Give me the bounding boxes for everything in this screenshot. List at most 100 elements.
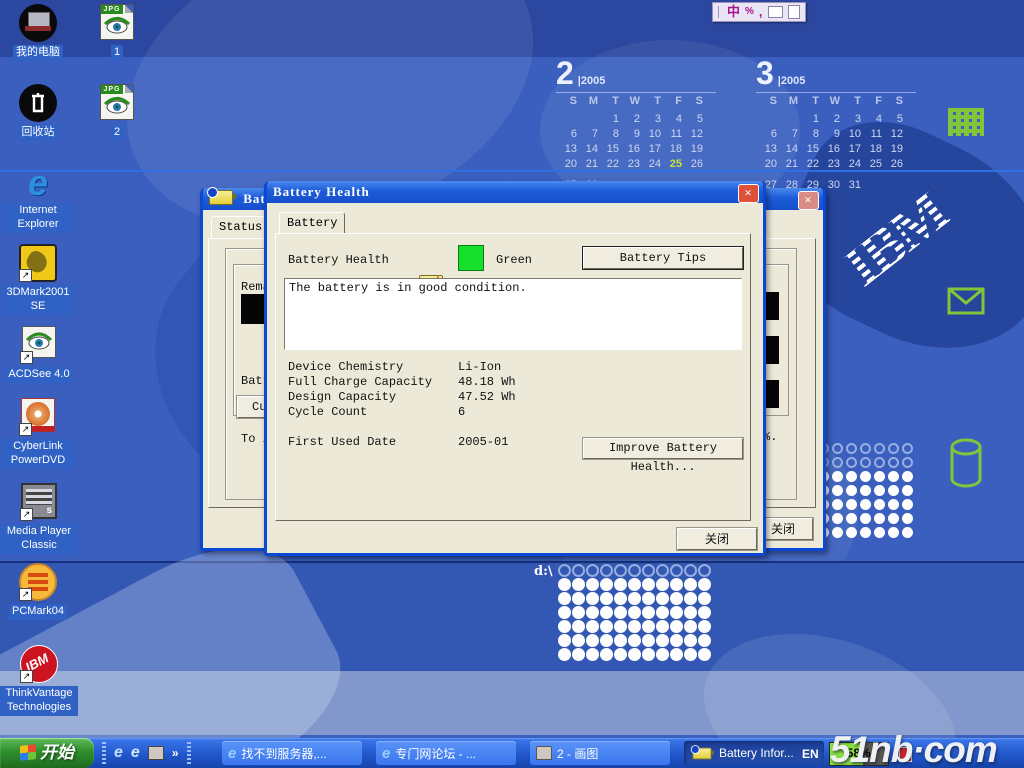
jpg-file-icon: JPG <box>100 84 134 122</box>
desktop-file-2[interactable]: JPG 2 <box>90 84 144 141</box>
battery-health-dialog: Battery Health × Battery Battery Health … <box>264 181 766 556</box>
calendar-day: 26 <box>682 158 703 173</box>
tab-battery[interactable]: Battery <box>279 212 345 234</box>
calendar-day: 12 <box>882 128 903 143</box>
calendar-day: 25 <box>861 158 882 173</box>
dialog-titlebar[interactable]: Battery Health × <box>267 181 763 203</box>
back-window-close-button[interactable]: × <box>798 191 819 210</box>
media-player-classic-icon: s ↗ <box>20 483 58 521</box>
calendar-day: 18 <box>661 143 682 158</box>
calendar-day: 20 <box>756 158 777 173</box>
windows-flag-icon <box>20 744 36 761</box>
calendar-day: 23 <box>819 158 840 173</box>
desktop-icon-my-computer[interactable]: 我的电脑 <box>2 4 74 61</box>
dialog-close-icon[interactable]: × <box>738 184 759 203</box>
quick-launch-mail-icon[interactable]: e <box>131 744 140 762</box>
calendar-day <box>777 107 798 122</box>
row-value-0: Li-Ion <box>458 360 501 374</box>
calendar-march: 3|2005SMTWTFS123456789101112131415161718… <box>756 56 916 194</box>
row-label-1: Full Charge Capacity <box>288 375 432 389</box>
calendar-day: 2 <box>819 113 840 128</box>
health-label: Battery Health <box>288 253 389 267</box>
calendar-day: 7 <box>777 128 798 143</box>
calendar-day <box>756 107 777 122</box>
calendar-day: 5 <box>682 113 703 128</box>
powerdvd-icon: ↗ <box>19 398 57 436</box>
quick-launch-handle[interactable] <box>102 742 106 764</box>
desktop-icon-thinkvantage[interactable]: IBM ↗ ThinkVantage Technologies <box>0 645 78 716</box>
dialog-close-button[interactable]: 关闭 <box>677 528 757 550</box>
ie-icon: e <box>382 745 390 762</box>
calendar-day: 4 <box>861 113 882 128</box>
desktop-icon-media-player-classic[interactable]: s ↗ Media Player Classic <box>0 483 78 554</box>
calendar-day: 10 <box>640 128 661 143</box>
quick-launch-ie-icon[interactable]: e <box>114 744 123 762</box>
calendar-day: 6 <box>556 128 577 143</box>
language-indicator[interactable]: EN <box>802 747 819 761</box>
drive-label: d:\ <box>534 564 553 579</box>
calendar-day: 24 <box>840 158 861 173</box>
calendar-day <box>577 107 598 122</box>
taskbar-task-0[interactable]: e找不到服务器,... <box>222 741 362 765</box>
ime-language-icon[interactable]: 中 <box>727 4 740 20</box>
thinkvantage-icon: IBM ↗ <box>20 645 58 683</box>
row-label-2: Design Capacity <box>288 390 396 404</box>
taskbar-task-2[interactable]: 2 - 画图 <box>530 741 670 765</box>
calendar-day: 13 <box>756 143 777 158</box>
desktop-icon-recycle-bin[interactable]: 回收站 <box>2 84 74 141</box>
row-value-1: 48.18 Wh <box>458 375 516 389</box>
calendar-day: 15 <box>798 143 819 158</box>
desktop-icon-3dmark[interactable]: ↗ 3DMark2001 SE <box>2 244 74 315</box>
calendar-day: 22 <box>598 158 619 173</box>
desktop-icon-acdsee[interactable]: ↗ ACDSee 4.0 <box>0 326 78 383</box>
desktop-icon-pcmark[interactable]: ↗ PCMark04 <box>2 563 74 620</box>
calendar-day: 12 <box>682 128 703 143</box>
row-value-2: 47.52 Wh <box>458 390 516 404</box>
battery-tips-button[interactable]: Battery Tips <box>583 247 743 269</box>
calendar-day: 14 <box>777 143 798 158</box>
calendar-day: 19 <box>682 143 703 158</box>
ime-keyboard-icon[interactable] <box>768 6 783 18</box>
quick-launch-more-icon[interactable]: » <box>172 746 179 760</box>
watermark: 51nb·com <box>830 729 997 768</box>
tab-status[interactable]: Status <box>211 216 270 238</box>
ie-icon: e <box>19 162 57 200</box>
calendar-grid: SMTWTFS123456789101112131415161718192021… <box>556 92 716 194</box>
ime-toolbar-icon[interactable] <box>788 5 800 19</box>
quick-launch-handle[interactable] <box>187 742 191 764</box>
dialog-title: Battery Health <box>273 184 370 199</box>
my-computer-icon <box>19 4 57 42</box>
calendar-day: 16 <box>819 143 840 158</box>
condition-text: The battery is in good condition. <box>289 281 737 295</box>
quick-launch-show-desktop-icon[interactable] <box>148 746 164 760</box>
calendar-day: 9 <box>819 128 840 143</box>
calendar-day: 18 <box>861 143 882 158</box>
first-used-label: First Used Date <box>288 435 396 449</box>
calendar-day: 20 <box>556 158 577 173</box>
first-used-value: 2005-01 <box>458 435 508 449</box>
calendar-day: 24 <box>640 158 661 173</box>
calendar-day: 11 <box>661 128 682 143</box>
desktop-icon-powerdvd[interactable]: ↗ CyberLink PowerDVD <box>2 398 74 469</box>
calendar-day: 2 <box>619 113 640 128</box>
ime-bar[interactable]: 中 % , <box>712 2 806 22</box>
calendar-day: 4 <box>661 113 682 128</box>
3dmark-icon: ↗ <box>19 244 57 282</box>
ime-drag-handle[interactable] <box>718 6 722 18</box>
desktop-icon-internet-explorer[interactable]: e Internet Explorer <box>2 162 74 233</box>
calendar-day: 17 <box>840 143 861 158</box>
acdsee-icon: ↗ <box>20 326 58 364</box>
calendar-day: 15 <box>598 143 619 158</box>
start-button[interactable]: 开始 <box>0 738 94 768</box>
taskbar-task-1[interactable]: e专门网论坛 - ... <box>376 741 516 765</box>
improve-battery-health-button[interactable]: Improve Battery Health... <box>583 438 743 459</box>
calendar-day: 8 <box>598 128 619 143</box>
calendar-day: 9 <box>619 128 640 143</box>
ime-width-icon[interactable]: % <box>745 4 754 20</box>
desktop-file-1[interactable]: JPG 1 <box>90 4 144 61</box>
ie-icon: e <box>228 745 236 762</box>
row-value-3: 6 <box>458 405 465 419</box>
cylinder-icon <box>948 438 984 488</box>
ime-punct-icon[interactable]: , <box>759 4 763 20</box>
row-label-3: Cycle Count <box>288 405 367 419</box>
